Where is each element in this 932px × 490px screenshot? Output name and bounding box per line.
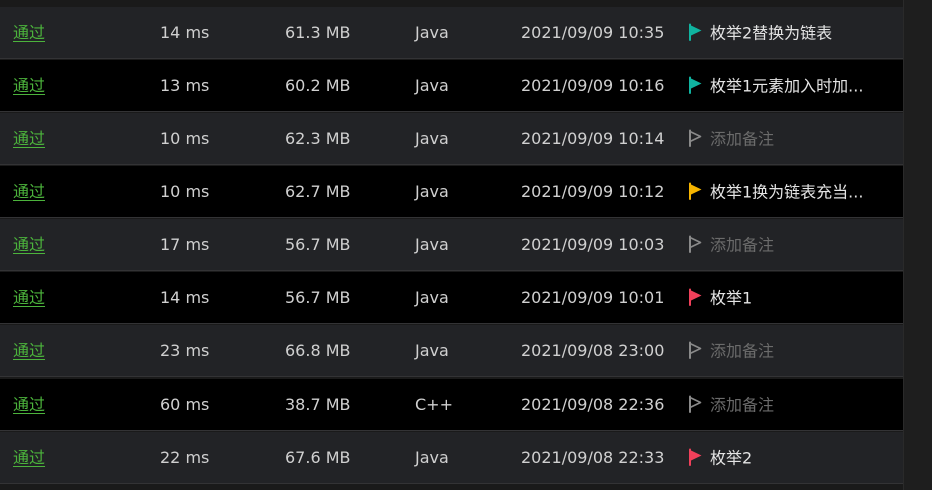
status-link[interactable]: 通过 bbox=[13, 432, 45, 484]
status-link[interactable]: 通过 bbox=[13, 166, 45, 218]
flag-icon[interactable] bbox=[686, 23, 704, 41]
note-label[interactable]: 枚举1 bbox=[710, 289, 752, 308]
submit-time-cell: 2021/09/09 10:16 bbox=[521, 76, 665, 95]
memory-cell: 56.7 MB bbox=[285, 235, 351, 254]
flag-icon[interactable] bbox=[686, 76, 704, 94]
note-label[interactable]: 枚举2替换为链表 bbox=[710, 24, 832, 43]
memory-cell: 67.6 MB bbox=[285, 448, 351, 467]
submissions-table: 通过 14 ms 61.3 MB Java 2021/09/09 10:35 枚举2替换为… bbox=[0, 0, 904, 490]
submit-time-cell: 2021/09/09 10:03 bbox=[521, 235, 665, 254]
table-row: 通过 60 ms 38.7 MB C++ 2021/09/08 22:36 添加备注 bbox=[0, 379, 903, 431]
table-row: 通过 14 ms 61.3 MB Java 2021/09/09 10:35 枚举2替换为… bbox=[0, 7, 903, 59]
flag-icon[interactable] bbox=[686, 288, 704, 306]
table-row: 通过 17 ms 56.7 MB Java 2021/09/09 10:03 添加备注 bbox=[0, 219, 903, 271]
language-cell: C++ bbox=[415, 395, 453, 414]
language-cell: Java bbox=[415, 23, 449, 42]
add-note-label[interactable]: 添加备注 bbox=[710, 342, 774, 361]
note-cell[interactable]: 枚举1 bbox=[686, 272, 886, 324]
submit-time-cell: 2021/09/09 10:01 bbox=[521, 288, 665, 307]
status-link[interactable]: 通过 bbox=[13, 325, 45, 377]
note-cell[interactable]: 添加备注 bbox=[686, 325, 886, 377]
language-cell: Java bbox=[415, 76, 449, 95]
note-cell[interactable]: 添加备注 bbox=[686, 219, 886, 271]
submit-time-cell: 2021/09/09 10:12 bbox=[521, 182, 665, 201]
note-cell[interactable]: 添加备注 bbox=[686, 379, 886, 431]
runtime-cell: 14 ms bbox=[160, 288, 210, 307]
table-row: 通过 14 ms 56.7 MB Java 2021/09/09 10:01 枚举1 bbox=[0, 272, 903, 324]
memory-cell: 61.3 MB bbox=[285, 23, 351, 42]
memory-cell: 60.2 MB bbox=[285, 76, 351, 95]
flag-icon[interactable] bbox=[686, 182, 704, 200]
submit-time-cell: 2021/09/09 10:35 bbox=[521, 23, 665, 42]
language-cell: Java bbox=[415, 235, 449, 254]
note-label[interactable]: 枚举1换为链表充当... bbox=[710, 183, 863, 202]
language-cell: Java bbox=[415, 448, 449, 467]
language-cell: Java bbox=[415, 341, 449, 360]
status-link[interactable]: 通过 bbox=[13, 113, 45, 165]
memory-cell: 56.7 MB bbox=[285, 288, 351, 307]
runtime-cell: 60 ms bbox=[160, 395, 210, 414]
runtime-cell: 13 ms bbox=[160, 76, 210, 95]
status-link[interactable]: 通过 bbox=[13, 219, 45, 271]
status-link[interactable]: 通过 bbox=[13, 60, 45, 112]
table-row: 通过 10 ms 62.3 MB Java 2021/09/09 10:14 添加备注 bbox=[0, 113, 903, 165]
note-label[interactable]: 枚举1元素加入时加... bbox=[710, 77, 863, 96]
memory-cell: 62.7 MB bbox=[285, 182, 351, 201]
note-cell[interactable]: 枚举2替换为链表 bbox=[686, 7, 886, 59]
table-row: 通过 22 ms 67.6 MB Java 2021/09/08 22:33 枚举2 bbox=[0, 432, 903, 484]
flag-icon[interactable] bbox=[686, 129, 704, 147]
runtime-cell: 10 ms bbox=[160, 129, 210, 148]
status-link[interactable]: 通过 bbox=[13, 272, 45, 324]
language-cell: Java bbox=[415, 129, 449, 148]
scrollbar-track[interactable] bbox=[904, 0, 932, 490]
runtime-cell: 17 ms bbox=[160, 235, 210, 254]
flag-icon[interactable] bbox=[686, 341, 704, 359]
submit-time-cell: 2021/09/08 22:36 bbox=[521, 395, 665, 414]
flag-icon[interactable] bbox=[686, 235, 704, 253]
runtime-cell: 22 ms bbox=[160, 448, 210, 467]
language-cell: Java bbox=[415, 182, 449, 201]
status-link[interactable]: 通过 bbox=[13, 379, 45, 431]
note-cell[interactable]: 枚举1换为链表充当... bbox=[686, 166, 886, 218]
memory-cell: 38.7 MB bbox=[285, 395, 351, 414]
flag-icon[interactable] bbox=[686, 448, 704, 466]
table-row: 通过 10 ms 62.7 MB Java 2021/09/09 10:12 枚举1换为链… bbox=[0, 166, 903, 218]
runtime-cell: 14 ms bbox=[160, 23, 210, 42]
memory-cell: 66.8 MB bbox=[285, 341, 351, 360]
submit-time-cell: 2021/09/08 23:00 bbox=[521, 341, 665, 360]
submit-time-cell: 2021/09/09 10:14 bbox=[521, 129, 665, 148]
note-cell[interactable]: 枚举2 bbox=[686, 432, 886, 484]
add-note-label[interactable]: 添加备注 bbox=[710, 236, 774, 255]
note-cell[interactable]: 枚举1元素加入时加... bbox=[686, 60, 886, 112]
language-cell: Java bbox=[415, 288, 449, 307]
submit-time-cell: 2021/09/08 22:33 bbox=[521, 448, 665, 467]
runtime-cell: 10 ms bbox=[160, 182, 210, 201]
status-link[interactable]: 通过 bbox=[13, 7, 45, 59]
memory-cell: 62.3 MB bbox=[285, 129, 351, 148]
runtime-cell: 23 ms bbox=[160, 341, 210, 360]
note-cell[interactable]: 添加备注 bbox=[686, 113, 886, 165]
add-note-label[interactable]: 添加备注 bbox=[710, 130, 774, 149]
add-note-label[interactable]: 添加备注 bbox=[710, 396, 774, 415]
flag-icon[interactable] bbox=[686, 395, 704, 413]
note-label[interactable]: 枚举2 bbox=[710, 449, 752, 468]
table-row: 通过 13 ms 60.2 MB Java 2021/09/09 10:16 枚举1元素加… bbox=[0, 60, 903, 112]
table-row: 通过 23 ms 66.8 MB Java 2021/09/08 23:00 添加备注 bbox=[0, 325, 903, 377]
